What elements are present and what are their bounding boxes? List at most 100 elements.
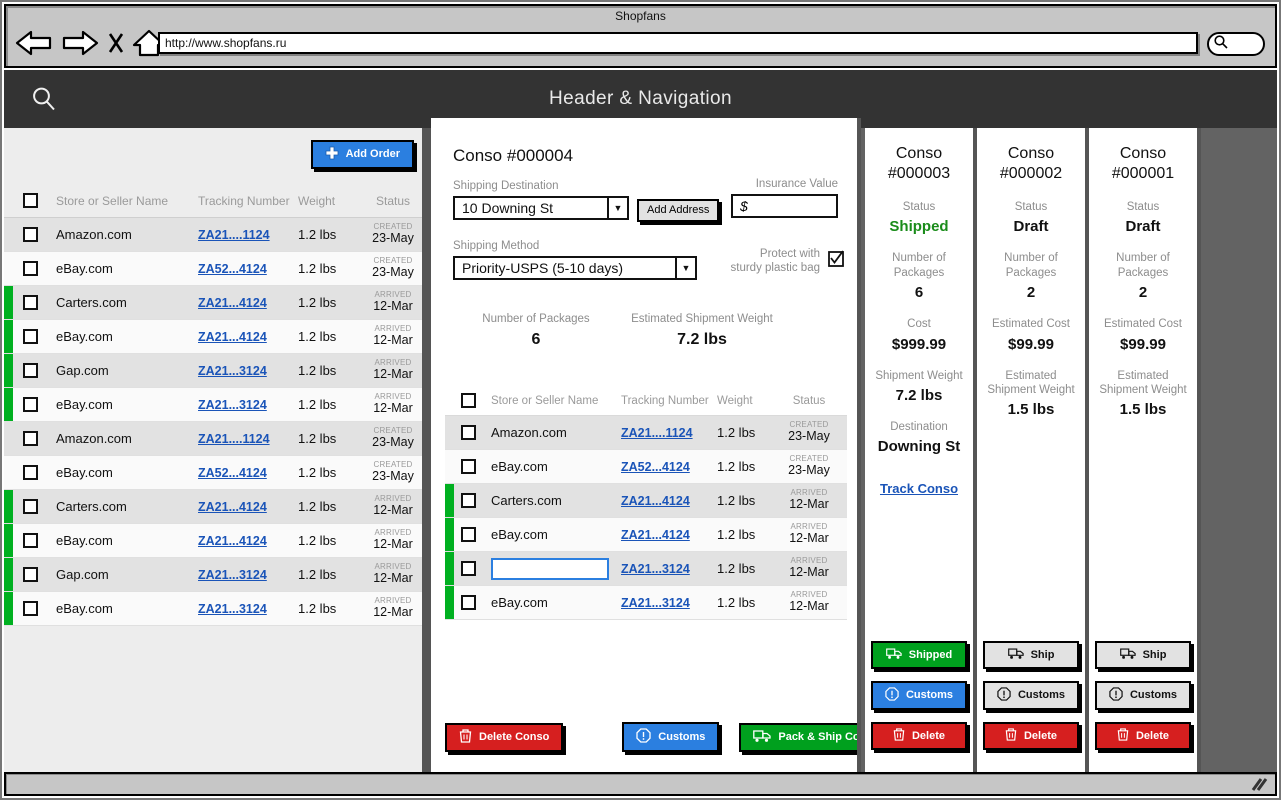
forward-arrow-icon[interactable] bbox=[60, 28, 100, 58]
table-row[interactable]: ZA21...31241.2 lbsARRIVED12-Mar bbox=[445, 552, 847, 586]
customs-button[interactable]: Customs bbox=[871, 681, 967, 710]
row-checkbox[interactable] bbox=[461, 527, 476, 542]
row-checkbox[interactable] bbox=[23, 567, 38, 582]
shipping-method-select[interactable]: Priority-USPS (5-10 days) ▼ bbox=[453, 256, 697, 280]
table-row[interactable]: Amazon.comZA21....11241.2 lbsCREATED23-M… bbox=[4, 218, 426, 252]
select-all-checkbox[interactable] bbox=[461, 393, 476, 408]
add-address-button[interactable]: Add Address bbox=[637, 199, 719, 222]
search-icon bbox=[1213, 34, 1229, 55]
tracking-number-link[interactable]: ZA52...4124 bbox=[198, 262, 267, 276]
insurance-value-input[interactable]: $ bbox=[731, 194, 838, 218]
tracking-number-link[interactable]: ZA21...4124 bbox=[198, 500, 267, 514]
protect-plastic-bag-checkbox[interactable] bbox=[827, 250, 845, 273]
table-row[interactable]: Amazon.comZA21....11241.2 lbsCREATED23-M… bbox=[445, 416, 847, 450]
packages-label: Number ofPackages bbox=[977, 251, 1085, 280]
ship-button[interactable]: Shipped bbox=[871, 641, 967, 669]
table-row[interactable]: Amazon.comZA21....11241.2 lbsCREATED23-M… bbox=[4, 422, 426, 456]
row-checkbox[interactable] bbox=[23, 601, 38, 616]
table-row[interactable]: eBay.comZA21...31241.2 lbsARRIVED12-Mar bbox=[445, 586, 847, 620]
table-row[interactable]: Gap.comZA21...31241.2 lbsARRIVED12-Mar bbox=[4, 558, 426, 592]
delete-button[interactable]: Delete bbox=[871, 722, 967, 750]
track-conso-link[interactable]: Track Conso bbox=[865, 481, 973, 496]
row-checkbox[interactable] bbox=[23, 499, 38, 514]
table-row[interactable]: Carters.comZA21...41241.2 lbsARRIVED12-M… bbox=[4, 490, 426, 524]
table-row[interactable]: Carters.comZA21...41241.2 lbsARRIVED12-M… bbox=[445, 484, 847, 518]
row-checkbox[interactable] bbox=[23, 261, 38, 276]
table-row[interactable]: eBay.comZA21...31241.2 lbsARRIVED12-Mar bbox=[4, 592, 426, 626]
table-row[interactable]: eBay.comZA52...41241.2 lbsCREATED23-May bbox=[4, 252, 426, 286]
table-row[interactable]: eBay.comZA21...31241.2 lbsARRIVED12-Mar bbox=[4, 388, 426, 422]
row-checkbox[interactable] bbox=[461, 493, 476, 508]
table-row[interactable]: eBay.comZA52...41241.2 lbsCREATED23-May bbox=[445, 450, 847, 484]
tracking-number-link[interactable]: ZA21...3124 bbox=[621, 596, 690, 610]
row-checkbox[interactable] bbox=[461, 561, 476, 576]
status-badge: ARRIVED bbox=[775, 489, 843, 498]
customs-button[interactable]: Customs bbox=[1095, 681, 1191, 710]
cell-weight: 1.2 lbs bbox=[717, 459, 775, 474]
tracking-number-link[interactable]: ZA52...4124 bbox=[198, 466, 267, 480]
tracking-number-link[interactable]: ZA21...3124 bbox=[198, 568, 267, 582]
url-bar[interactable]: http://www.shopfans.ru bbox=[158, 32, 1198, 54]
row-checkbox[interactable] bbox=[461, 595, 476, 610]
orders-panel-scrollbar[interactable] bbox=[422, 128, 428, 772]
tracking-number-link[interactable]: ZA21...4124 bbox=[198, 534, 267, 548]
row-checkbox[interactable] bbox=[23, 533, 38, 548]
tracking-number-link[interactable]: ZA21....1124 bbox=[621, 426, 693, 440]
weight-label: EstimatedShipment Weight bbox=[977, 369, 1085, 398]
row-checkbox[interactable] bbox=[23, 227, 38, 242]
tracking-number-link[interactable]: ZA21...4124 bbox=[198, 296, 267, 310]
browser-search-box[interactable] bbox=[1207, 32, 1265, 56]
conso-card[interactable]: Conso#000001StatusDraftNumber ofPackages… bbox=[1089, 128, 1201, 772]
store-name-input[interactable] bbox=[491, 558, 609, 580]
stop-x-icon[interactable] bbox=[106, 29, 126, 57]
row-select-cell bbox=[4, 533, 56, 548]
tracking-number-link[interactable]: ZA21...4124 bbox=[198, 330, 267, 344]
delete-conso-button[interactable]: Delete Conso bbox=[445, 723, 563, 752]
conso-card[interactable]: Conso#000003StatusShippedNumber ofPackag… bbox=[865, 128, 977, 772]
cost-label: Cost bbox=[865, 317, 973, 331]
row-checkbox[interactable] bbox=[23, 431, 38, 446]
table-row[interactable]: eBay.comZA21...41241.2 lbsARRIVED12-Mar bbox=[445, 518, 847, 552]
row-checkbox[interactable] bbox=[23, 329, 38, 344]
pack-ship-conso-button[interactable]: Pack & Ship Conso bbox=[739, 723, 861, 752]
row-checkbox[interactable] bbox=[461, 459, 476, 474]
row-checkbox[interactable] bbox=[23, 465, 38, 480]
resize-grip-icon[interactable] bbox=[1249, 777, 1269, 798]
tracking-number-link[interactable]: ZA21...4124 bbox=[621, 494, 690, 508]
cell-tracking-number: ZA21...3124 bbox=[198, 397, 298, 412]
tracking-number-link[interactable]: ZA21....1124 bbox=[198, 228, 270, 242]
customs-button[interactable]: Customs bbox=[622, 722, 719, 752]
tracking-number-link[interactable]: ZA21...3124 bbox=[198, 364, 267, 378]
row-checkbox[interactable] bbox=[23, 397, 38, 412]
table-row[interactable]: eBay.comZA21...41241.2 lbsARRIVED12-Mar bbox=[4, 524, 426, 558]
tracking-number-link[interactable]: ZA21...3124 bbox=[621, 562, 690, 576]
row-checkbox[interactable] bbox=[23, 295, 38, 310]
add-address-label: Add Address bbox=[647, 204, 709, 216]
table-row[interactable]: eBay.comZA21...41241.2 lbsARRIVED12-Mar bbox=[4, 320, 426, 354]
customs-label: Customs bbox=[1130, 690, 1177, 701]
back-arrow-icon[interactable] bbox=[14, 28, 54, 58]
shipping-destination-select[interactable]: 10 Downing St ▼ bbox=[453, 196, 629, 220]
weight-label: Shipment Weight bbox=[865, 369, 973, 383]
delete-button[interactable]: Delete bbox=[1095, 722, 1191, 750]
add-order-button[interactable]: Add Order bbox=[311, 140, 414, 169]
select-all-checkbox[interactable] bbox=[23, 193, 38, 208]
table-row[interactable]: Gap.comZA21...31241.2 lbsARRIVED12-Mar bbox=[4, 354, 426, 388]
table-row[interactable]: eBay.comZA52...41241.2 lbsCREATED23-May bbox=[4, 456, 426, 490]
table-row[interactable]: Carters.comZA21...41241.2 lbsARRIVED12-M… bbox=[4, 286, 426, 320]
tracking-number-link[interactable]: ZA21...3124 bbox=[198, 602, 267, 616]
delete-button[interactable]: Delete bbox=[983, 722, 1079, 750]
row-checkbox[interactable] bbox=[461, 425, 476, 440]
tracking-number-link[interactable]: ZA21...4124 bbox=[621, 528, 690, 542]
ship-button[interactable]: Ship bbox=[983, 641, 1079, 669]
conso-card[interactable]: Conso#000002StatusDraftNumber ofPackages… bbox=[977, 128, 1089, 772]
tracking-number-link[interactable]: ZA21....1124 bbox=[198, 432, 270, 446]
tracking-number-link[interactable]: ZA52...4124 bbox=[621, 460, 690, 474]
ship-button[interactable]: Ship bbox=[1095, 641, 1191, 669]
row-checkbox[interactable] bbox=[23, 363, 38, 378]
customs-button[interactable]: Customs bbox=[983, 681, 1079, 710]
status-date: 12-Mar bbox=[360, 333, 426, 348]
cell-status: ARRIVED12-Mar bbox=[360, 359, 426, 383]
cell-store-name: eBay.com bbox=[56, 329, 198, 344]
tracking-number-link[interactable]: ZA21...3124 bbox=[198, 398, 267, 412]
